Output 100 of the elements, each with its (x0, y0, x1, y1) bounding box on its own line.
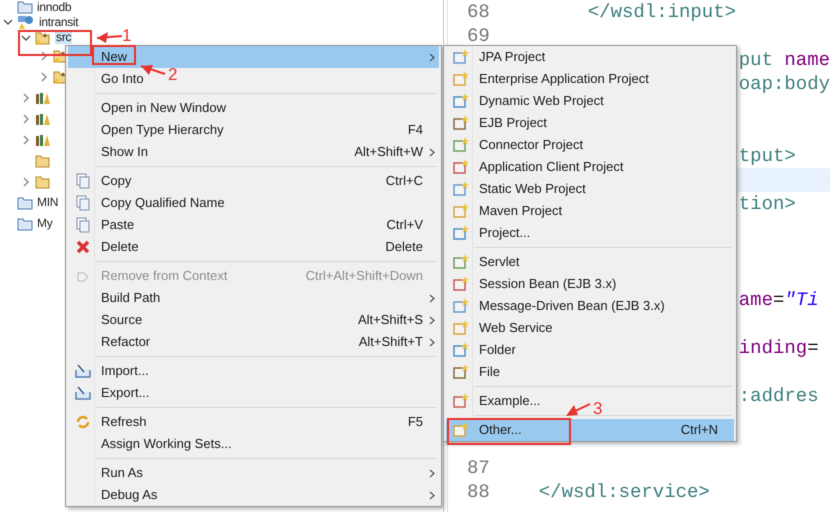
code-text: </wsdl:service> (538, 480, 710, 503)
tree-item[interactable]: src (55, 31, 72, 44)
wizard-icon (452, 225, 468, 241)
export-icon (74, 386, 90, 400)
line-number: 68 (466, 0, 490, 25)
books-icon (35, 112, 51, 126)
menu-item[interactable]: Run As (68, 462, 439, 484)
menu-item[interactable]: Refresh F5 (68, 411, 439, 433)
shortcut-text: Ctrl+C (386, 172, 424, 190)
line-number: 87 (466, 456, 490, 481)
menu-item[interactable]: Delete Delete (68, 236, 439, 258)
chevron-right-icon[interactable] (39, 72, 49, 82)
menu-item[interactable]: New (68, 46, 439, 68)
menu-item[interactable]: Enterprise Application Project (446, 68, 655, 90)
folder-icon (35, 174, 52, 188)
menu-item[interactable]: Assign Working Sets... (68, 433, 238, 455)
wizard-icon (452, 137, 468, 153)
code-text: </wsdl:input> (588, 0, 736, 23)
menu-item[interactable]: Folder (446, 339, 522, 361)
menu-item[interactable]: EJB Project (446, 112, 553, 134)
menu-item[interactable]: Example... (446, 390, 546, 412)
chevron-down-icon[interactable] (3, 17, 13, 27)
copy-icon (76, 173, 90, 189)
menu-item[interactable]: Import... (68, 360, 155, 382)
wizard-icon (452, 254, 468, 270)
chevron-right-icon[interactable] (21, 114, 31, 124)
folder-icon (17, 216, 33, 230)
tree-item[interactable]: intransit (38, 16, 80, 28)
code-text: tion> (738, 192, 796, 215)
code-text: ame (738, 288, 773, 311)
folder-icon (17, 0, 33, 14)
menu-item[interactable]: Application Client Project (446, 156, 630, 178)
menu-item[interactable]: Go Into (68, 68, 150, 90)
wizard-icon (452, 393, 468, 409)
menu-item[interactable]: Refactor Alt+Shift+T (68, 331, 439, 353)
wizard-icon (452, 159, 468, 175)
menu-item[interactable]: Other... Ctrl+N (446, 419, 734, 441)
menu-item[interactable]: Connector Project (446, 134, 590, 156)
chevron-right-icon[interactable] (21, 176, 31, 186)
code-text: :addres (738, 384, 819, 407)
chevron-right-icon[interactable] (39, 50, 49, 60)
menu-item[interactable]: Source Alt+Shift+S (68, 309, 439, 331)
menu-item[interactable]: Dynamic Web Project (446, 90, 610, 112)
menu-item[interactable]: JPA Project (446, 46, 552, 68)
menu-item[interactable]: Static Web Project (446, 178, 592, 200)
menu-item[interactable]: Show In Alt+Shift+W (68, 141, 439, 163)
code-text: oap:body (738, 72, 830, 95)
shortcut-text: Alt+Shift+W (354, 143, 424, 162)
chevron-down-icon[interactable] (21, 32, 31, 42)
annotation-arrow (140, 65, 166, 75)
menu-item[interactable]: Paste Ctrl+V (68, 214, 439, 236)
copy-icon (76, 195, 90, 211)
menu-item[interactable]: Copy Ctrl+C (68, 170, 439, 192)
menu-item[interactable]: Session Bean (EJB 3.x) (446, 273, 622, 295)
wizard-icon (452, 115, 468, 131)
code-text: "Ti (784, 288, 819, 311)
menu-item[interactable]: Copy Qualified Name (68, 192, 231, 214)
menu-item[interactable]: Debug As (68, 484, 439, 506)
menu-item[interactable]: Export... (68, 382, 156, 404)
line-number: 69 (466, 24, 490, 49)
step-number: 3 (593, 398, 602, 420)
menu-item[interactable]: File (446, 361, 506, 383)
chevron-right-icon[interactable] (21, 92, 31, 102)
chevron-right-icon[interactable] (21, 134, 31, 144)
code-text: tput> (738, 144, 796, 167)
menu-item[interactable]: Message-Driven Bean (EJB 3.x) (446, 295, 671, 317)
menu-item[interactable]: Build Path (68, 287, 439, 309)
tree-item[interactable]: MIN (36, 196, 60, 209)
step-number: 1 (122, 25, 132, 47)
shortcut-text: Alt+Shift+T (358, 333, 424, 352)
project-icon (17, 14, 35, 30)
menu-item[interactable]: Servlet (446, 251, 526, 273)
package-folder-icon (35, 30, 52, 44)
wizard-icon (452, 364, 468, 380)
shortcut-text: Alt+Shift+S (358, 311, 424, 330)
menu-item[interactable]: Project... (446, 222, 536, 244)
shortcut-text: F4 (408, 121, 424, 140)
annotation-arrow (96, 32, 122, 43)
annotation-arrow (566, 403, 590, 416)
tree-item[interactable]: innodb (36, 0, 72, 14)
code-text: put (738, 48, 774, 71)
code-text: name (784, 48, 830, 71)
wizard-icon (452, 49, 468, 65)
wizard-icon (452, 71, 468, 87)
wizard-icon (452, 422, 468, 438)
shortcut-text: Delete (385, 238, 424, 256)
menu-item[interactable]: Maven Project (446, 200, 568, 222)
folder-icon (17, 196, 33, 210)
menu-item[interactable]: Open Type Hierarchy F4 (68, 119, 439, 141)
menu-item[interactable]: Web Service (446, 317, 558, 339)
menu-item[interactable]: Open in New Window (68, 97, 232, 119)
code-text: = (807, 336, 819, 359)
wizard-icon (452, 298, 468, 314)
paste-icon (76, 217, 90, 233)
shortcut-text: Ctrl+Alt+Shift+Down (306, 267, 424, 286)
shortcut-text: Ctrl+N (680, 421, 719, 440)
tree-item[interactable]: My (36, 217, 54, 230)
wizard-icon (452, 342, 468, 358)
refresh-icon (74, 414, 90, 430)
wizard-icon (452, 93, 468, 109)
